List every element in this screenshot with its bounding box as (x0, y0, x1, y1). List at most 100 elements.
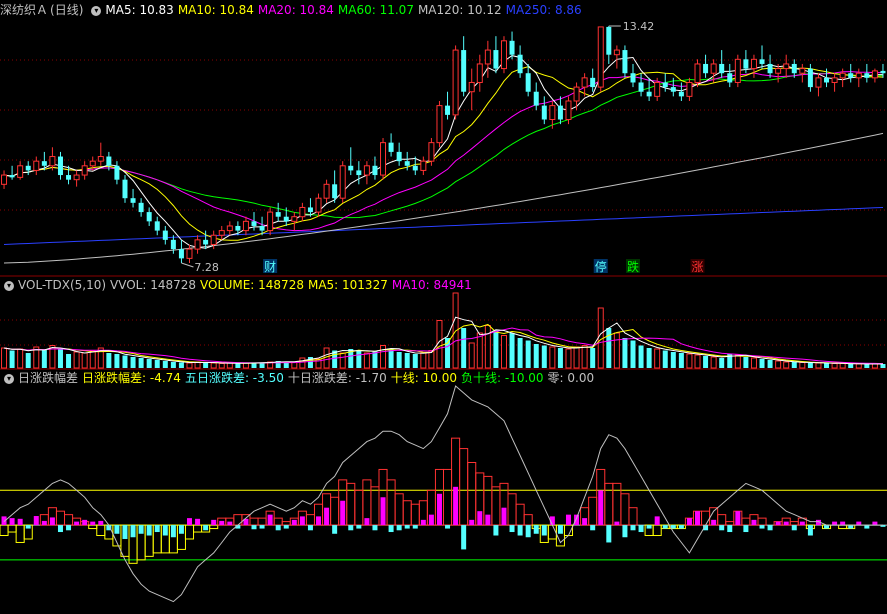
volume-bar (291, 362, 298, 369)
volume-bar (613, 332, 620, 369)
daily-diff-bar (606, 525, 612, 543)
volume-bar (597, 307, 604, 369)
candle-body (630, 73, 636, 83)
daily-diff-bar (727, 525, 733, 533)
daily-diff-bar (33, 516, 39, 526)
candle-body (372, 165, 378, 176)
five-day-step (467, 461, 477, 526)
volume-bar (1, 347, 8, 369)
volume-bar (41, 350, 47, 368)
volume-bar (138, 358, 144, 368)
candle-body (783, 63, 790, 70)
candle-body (332, 184, 338, 199)
candle-body (267, 211, 274, 232)
daily-diff-bar (380, 497, 386, 526)
daily-diff-bar (436, 493, 442, 526)
daily-diff-bar (485, 514, 491, 526)
volume-bar (468, 342, 475, 369)
daily-diff-bar (695, 511, 701, 526)
daily-diff-bar (299, 516, 305, 526)
volume-bar (743, 357, 749, 368)
marker-3: 涨 (691, 259, 703, 274)
daily-diff-bar (791, 525, 797, 531)
volume-bar (622, 338, 628, 368)
daily-diff-bar (154, 525, 160, 533)
volume-bar (363, 352, 370, 369)
volume-bar (218, 363, 225, 369)
candle-body (824, 77, 830, 83)
daily-diff-bar (622, 525, 628, 538)
daily-diff-bar (654, 516, 660, 526)
volume-bar (799, 362, 806, 369)
volume-bar (541, 345, 547, 368)
daily-diff-bar (574, 514, 580, 526)
five-day-step (249, 517, 259, 526)
daily-diff-bar (638, 525, 644, 533)
candle-body (162, 230, 168, 240)
five-day-step (7, 524, 17, 533)
volume-bar (719, 358, 725, 368)
five-day-step (628, 507, 638, 526)
volume-bar (694, 354, 701, 369)
volume-bar (154, 360, 160, 368)
daily-diff-bar (525, 525, 531, 538)
volume-bar (17, 348, 24, 369)
candle-body (33, 160, 40, 171)
stock-chart[interactable]: 13.42 7.28 财 停 跌 涨 (0, 0, 887, 614)
daily-diff-bar (428, 514, 434, 526)
candle-body (57, 156, 63, 176)
volume-bar (630, 340, 636, 368)
volume-bar (66, 354, 72, 368)
candle-body (719, 63, 725, 74)
ma250-line (3, 207, 884, 245)
volume-bar (791, 362, 797, 368)
candle-body (799, 68, 806, 74)
volume-bar (476, 332, 483, 369)
candle-body (880, 70, 886, 74)
candle-body (662, 82, 668, 88)
daily-diff-bar (178, 525, 184, 534)
daily-diff-bar (356, 525, 362, 529)
five-day-step (394, 493, 404, 526)
volume-bar (839, 363, 846, 369)
volume-bar (259, 363, 265, 368)
five-day-step (515, 503, 525, 526)
five-day-step (370, 486, 380, 526)
candle-body (750, 58, 757, 70)
volume-bar (130, 357, 136, 368)
daily-diff-bar (541, 525, 547, 536)
five-day-step (184, 524, 195, 540)
daily-diff-bar (138, 525, 144, 534)
volume-bar (404, 353, 410, 368)
five-day-step (330, 496, 340, 526)
daily-diff-bar (219, 520, 225, 526)
daily-diff-bar (767, 525, 773, 531)
candle-body (49, 156, 56, 167)
daily-diff-bar (412, 525, 418, 529)
candle-body (436, 105, 443, 144)
candle-body (242, 220, 249, 232)
volume-bar (339, 352, 346, 369)
candle-body (597, 26, 604, 88)
candle-body (17, 165, 24, 178)
candle-body (291, 216, 298, 222)
five-day-step (701, 510, 711, 526)
volume-bar (525, 340, 531, 368)
daily-diff-bar (372, 525, 378, 531)
volume-bar (170, 362, 176, 368)
candle-body (97, 156, 104, 162)
daily-diff-bar (17, 518, 23, 526)
volume-bar (606, 328, 612, 368)
candle-body (404, 161, 410, 166)
daily-diff-bar (1, 516, 7, 526)
daily-diff-bar (807, 525, 813, 536)
candle-body (194, 239, 201, 250)
candle-body (388, 142, 394, 152)
candle-body (613, 49, 620, 56)
five-day-step (459, 448, 469, 526)
candle-body (41, 161, 47, 166)
volume-bar (848, 364, 854, 368)
daily-diff-bar (396, 525, 402, 531)
candle-body (226, 225, 233, 232)
candle-body (146, 212, 152, 222)
